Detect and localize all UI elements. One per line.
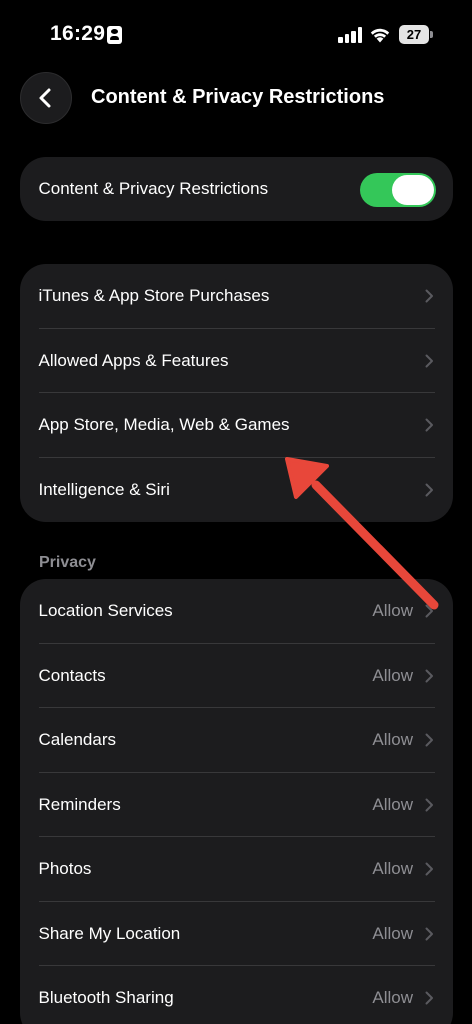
- restrictions-toggle-row: Content & Privacy Restrictions: [20, 157, 453, 221]
- chevron-right-icon: [425, 798, 433, 812]
- chevron-right-icon: [425, 418, 433, 432]
- page-title: Content & Privacy Restrictions: [91, 86, 385, 108]
- list-item-location-services[interactable]: Location Services Allow: [20, 579, 453, 644]
- list-item-intelligence-siri[interactable]: Intelligence & Siri: [20, 458, 453, 523]
- status-bar: 16:29 27: [0, 0, 472, 70]
- wifi-icon: [370, 28, 390, 43]
- list-item-value: Allow: [372, 601, 413, 621]
- id-card-icon: [107, 26, 122, 44]
- list-item-value: Allow: [372, 923, 413, 943]
- list-item-label: Calendars: [38, 730, 117, 750]
- toggle-knob: [392, 174, 434, 205]
- list-item-reminders[interactable]: Reminders Allow: [20, 773, 453, 837]
- privacy-list: Location Services Allow Contacts Allow C…: [20, 579, 453, 1024]
- status-time: 16:29: [50, 22, 106, 45]
- list-item-label: Share My Location: [38, 923, 181, 943]
- list-item-app-store-media[interactable]: App Store, Media, Web & Games: [20, 393, 453, 458]
- list-item-value: Allow: [372, 730, 413, 750]
- list-item-label: iTunes & App Store Purchases: [38, 286, 270, 306]
- list-item-label: App Store, Media, Web & Games: [38, 415, 290, 435]
- restrictions-toggle[interactable]: [360, 172, 436, 207]
- chevron-right-icon: [425, 991, 433, 1005]
- chevron-right-icon: [425, 927, 433, 941]
- list-item-value: Allow: [372, 665, 413, 685]
- battery-level: 27: [406, 27, 422, 42]
- chevron-right-icon: [425, 669, 433, 683]
- list-item-label: Bluetooth Sharing: [38, 988, 174, 1008]
- list-item-allowed-apps[interactable]: Allowed Apps & Features: [20, 329, 453, 393]
- toggle-label: Content & Privacy Restrictions: [38, 179, 269, 199]
- chevron-right-icon: [425, 604, 433, 618]
- list-item-value: Allow: [372, 988, 413, 1008]
- list-item-calendars[interactable]: Calendars Allow: [20, 708, 453, 773]
- cellular-signal-icon: [338, 27, 362, 43]
- battery-icon: 27: [399, 25, 433, 44]
- chevron-right-icon: [425, 483, 433, 497]
- list-item-label: Allowed Apps & Features: [38, 350, 229, 370]
- list-item-label: Contacts: [38, 665, 106, 685]
- restrictions-list: iTunes & App Store Purchases Allowed App…: [20, 264, 453, 522]
- list-item-bluetooth-sharing[interactable]: Bluetooth Sharing Allow: [20, 966, 453, 1024]
- list-item-label: Location Services: [38, 601, 173, 621]
- list-item-contacts[interactable]: Contacts Allow: [20, 644, 453, 708]
- section-header-privacy: Privacy: [39, 554, 96, 571]
- list-item-label: Reminders: [38, 794, 121, 814]
- chevron-right-icon: [425, 354, 433, 368]
- chevron-right-icon: [425, 289, 433, 303]
- chevron-right-icon: [425, 862, 433, 876]
- list-item-share-my-location[interactable]: Share My Location Allow: [20, 902, 453, 966]
- chevron-right-icon: [425, 733, 433, 747]
- list-item-label: Photos: [38, 859, 92, 879]
- list-item-value: Allow: [372, 859, 413, 879]
- chevron-left-icon: [39, 88, 51, 108]
- back-button[interactable]: [20, 72, 72, 124]
- list-item-value: Allow: [372, 794, 413, 814]
- list-item-label: Intelligence & Siri: [38, 479, 170, 499]
- list-item-photos[interactable]: Photos Allow: [20, 837, 453, 902]
- list-item-itunes-purchases[interactable]: iTunes & App Store Purchases: [20, 264, 453, 329]
